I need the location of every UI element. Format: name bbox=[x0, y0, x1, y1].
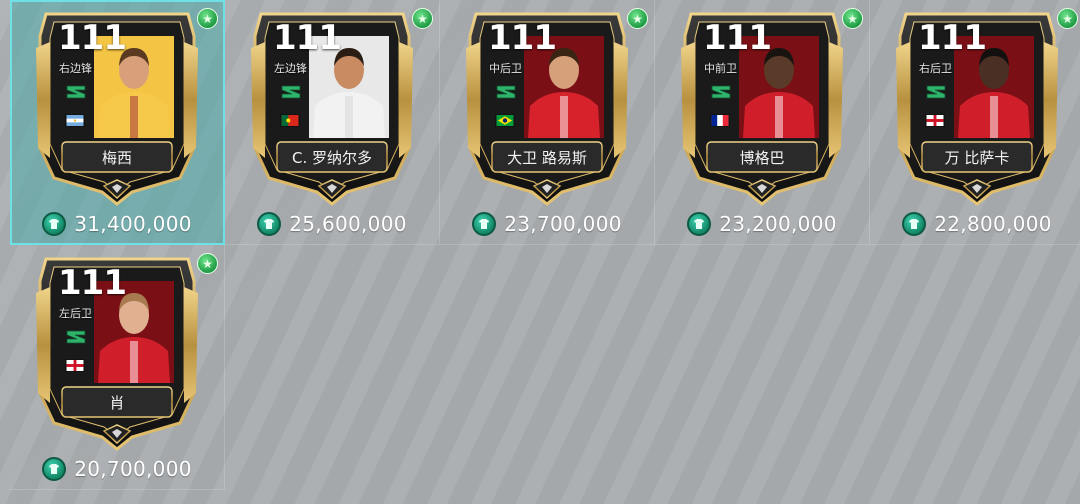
player-cell-0[interactable]: 111 右边锋 梅西 ★ 31,400,000 bbox=[10, 0, 225, 245]
player-cell-2[interactable]: 111 中后卫 大卫 路易斯 ★ 23,700,000 bbox=[440, 0, 655, 245]
player-rating: 111 bbox=[58, 18, 127, 58]
star-badge-icon[interactable]: ★ bbox=[197, 253, 218, 274]
star-badge-icon[interactable]: ★ bbox=[1057, 8, 1078, 29]
player-cell-1[interactable]: 111 左边锋 C. 罗纳尔多 ★ 25,600,000 bbox=[225, 0, 440, 245]
player-name: 梅西 bbox=[101, 148, 132, 167]
player-card[interactable]: 111 左边锋 C. 罗纳尔多 bbox=[247, 8, 417, 206]
coin-icon bbox=[472, 212, 497, 236]
coin-icon bbox=[687, 212, 712, 236]
player-name: 大卫 路易斯 bbox=[507, 148, 587, 167]
coin-icon bbox=[42, 212, 67, 236]
player-price: 23,200,000 bbox=[719, 212, 837, 236]
player-position: 左边锋 bbox=[274, 62, 307, 75]
price-row: 22,800,000 bbox=[870, 212, 1080, 236]
coin-icon bbox=[42, 457, 67, 481]
player-name: 肖 bbox=[109, 393, 125, 412]
player-card[interactable]: 111 中后卫 大卫 路易斯 bbox=[462, 8, 632, 206]
england-flag-icon bbox=[65, 359, 85, 372]
portugal-flag-icon bbox=[280, 114, 300, 127]
program-icon bbox=[711, 85, 731, 99]
player-cell-5[interactable]: 111 左后卫 肖 ★ 20,700,000 bbox=[10, 245, 225, 490]
program-icon bbox=[281, 85, 301, 99]
coin-icon bbox=[902, 212, 927, 236]
player-grid: 111 右边锋 梅西 ★ 31,400,000 111 左边锋 C. 罗纳尔多 … bbox=[10, 0, 1080, 490]
price-row: 23,700,000 bbox=[440, 212, 654, 236]
player-name: 博格巴 bbox=[739, 148, 785, 167]
star-badge-icon[interactable]: ★ bbox=[842, 8, 863, 29]
price-row: 25,600,000 bbox=[225, 212, 439, 236]
player-card[interactable]: 111 中前卫 博格巴 bbox=[677, 8, 847, 206]
star-badge-icon[interactable]: ★ bbox=[412, 8, 433, 29]
player-cell-4[interactable]: 111 右后卫 万 比萨卡 ★ 22,800,000 bbox=[870, 0, 1080, 245]
player-cell-3[interactable]: 111 中前卫 博格巴 ★ 23,200,000 bbox=[655, 0, 870, 245]
player-price: 22,800,000 bbox=[934, 212, 1052, 236]
star-badge-icon[interactable]: ★ bbox=[627, 8, 648, 29]
argentina-flag-icon bbox=[65, 114, 85, 127]
player-price: 20,700,000 bbox=[74, 457, 192, 481]
player-name: C. 罗纳尔多 bbox=[291, 148, 372, 167]
player-price: 31,400,000 bbox=[74, 212, 192, 236]
france-flag-icon bbox=[710, 114, 730, 127]
england-flag-icon bbox=[925, 114, 945, 127]
program-icon bbox=[66, 330, 86, 344]
program-icon bbox=[496, 85, 516, 99]
player-position: 中前卫 bbox=[704, 62, 737, 75]
player-position: 右后卫 bbox=[919, 62, 952, 75]
player-card[interactable]: 111 右后卫 万 比萨卡 bbox=[892, 8, 1062, 206]
player-name: 万 比萨卡 bbox=[944, 148, 1010, 167]
player-rating: 111 bbox=[58, 263, 127, 303]
player-price: 23,700,000 bbox=[504, 212, 622, 236]
program-icon bbox=[66, 85, 86, 99]
price-row: 31,400,000 bbox=[10, 212, 224, 236]
player-rating: 111 bbox=[918, 18, 987, 58]
player-card[interactable]: 111 左后卫 肖 bbox=[32, 253, 202, 451]
player-rating: 111 bbox=[703, 18, 772, 58]
coin-icon bbox=[257, 212, 282, 236]
price-row: 20,700,000 bbox=[10, 457, 224, 481]
price-row: 23,200,000 bbox=[655, 212, 869, 236]
player-rating: 111 bbox=[488, 18, 557, 58]
player-card[interactable]: 111 右边锋 梅西 bbox=[32, 8, 202, 206]
player-position: 左后卫 bbox=[59, 307, 92, 320]
player-position: 中后卫 bbox=[489, 62, 522, 75]
program-icon bbox=[926, 85, 946, 99]
star-badge-icon[interactable]: ★ bbox=[197, 8, 218, 29]
brazil-flag-icon bbox=[495, 114, 515, 127]
player-price: 25,600,000 bbox=[289, 212, 407, 236]
player-position: 右边锋 bbox=[59, 62, 92, 75]
player-rating: 111 bbox=[273, 18, 342, 58]
